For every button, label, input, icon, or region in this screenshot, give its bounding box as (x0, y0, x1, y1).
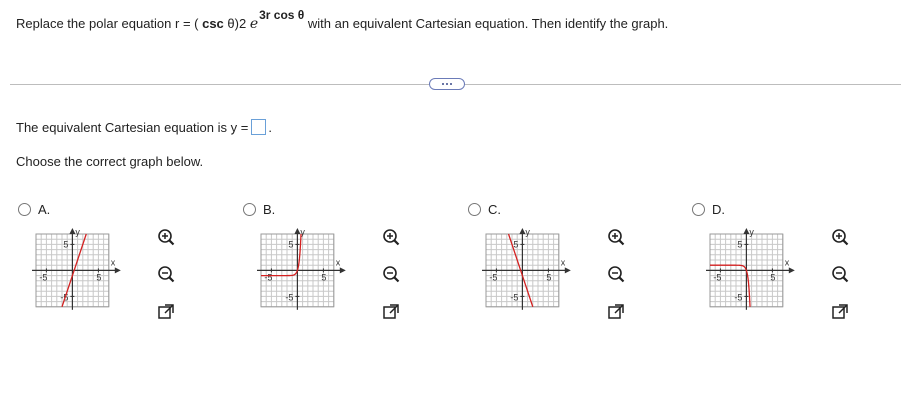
x-axis-arrow (339, 267, 346, 274)
open-new-window-icon[interactable] (382, 303, 400, 321)
y-axis-label: y (75, 227, 80, 237)
option-radio-row[interactable]: B. (243, 202, 275, 217)
open-new-window-icon[interactable] (157, 303, 175, 321)
zoom-in-icon[interactable] (382, 228, 400, 246)
answer-line: The equivalent Cartesian equation is y =… (16, 119, 272, 135)
x-min-label: -5 (264, 272, 272, 282)
csc-text: csc (202, 16, 224, 31)
answer-input[interactable] (251, 119, 267, 135)
x-min-label: -5 (489, 272, 497, 282)
graph: yx5-5-5 5 (257, 227, 346, 310)
zoom-in-icon[interactable] (607, 228, 625, 246)
open-new-window-icon[interactable] (607, 303, 625, 321)
zoom-out-icon[interactable] (382, 265, 400, 283)
y-max-label: 5 (737, 239, 742, 249)
x-max-label: 5 (546, 272, 551, 282)
open-new-window-icon[interactable] (831, 303, 849, 321)
y-min-label: -5 (734, 292, 742, 302)
y-axis-label: y (749, 227, 754, 237)
option-b: B. y x 5 -5 -5 5 (243, 202, 453, 332)
more-button[interactable] (429, 78, 465, 90)
option-letter: B. (263, 202, 276, 217)
radio-button[interactable] (468, 203, 481, 216)
theta-text: θ)2 (223, 16, 250, 31)
y-axis-label: y (525, 227, 530, 237)
x-max-label: 5 (321, 272, 326, 282)
x-axis-label: x (561, 257, 566, 267)
radio-button[interactable] (692, 203, 705, 216)
option-radio-row[interactable]: D. (692, 202, 725, 217)
question-prefix: Replace the polar equation r = ( (16, 16, 203, 31)
option-c: C. y x 5 -5 -5 5 (468, 202, 678, 332)
choose-prompt: Choose the correct graph below. (16, 154, 204, 169)
graph: yx5-5-5 5 (32, 227, 121, 310)
answer-period: . (268, 119, 272, 135)
y-max-label: 5 (63, 239, 68, 249)
e-symbol: e (249, 16, 259, 32)
x-axis-arrow (788, 267, 795, 274)
option-radio-row[interactable]: C. (468, 202, 501, 217)
exponent: 3r cos θ (259, 8, 305, 22)
question-suffix: with an equivalent Cartesian equation. T… (304, 16, 669, 31)
answer-label: The equivalent Cartesian equation is y = (16, 119, 249, 135)
zoom-out-icon[interactable] (607, 265, 625, 283)
x-max-label: 5 (96, 272, 101, 282)
radio-button[interactable] (243, 203, 256, 216)
y-min-label: -5 (510, 292, 518, 302)
zoom-in-icon[interactable] (831, 228, 849, 246)
option-a: A. y x 5 -5 -5 5 (18, 202, 228, 332)
option-radio-row[interactable]: A. (18, 202, 50, 217)
x-axis-label: x (111, 257, 116, 267)
zoom-in-icon[interactable] (157, 228, 175, 246)
question-text: Replace the polar equation r = ( csc θ)2… (16, 8, 669, 32)
x-axis-arrow (564, 267, 571, 274)
option-letter: A. (38, 202, 51, 217)
y-max-label: 5 (513, 239, 518, 249)
x-max-label: 5 (770, 272, 775, 282)
x-axis-label: x (785, 257, 790, 267)
x-axis-label: x (336, 257, 341, 267)
option-letter: C. (488, 202, 501, 217)
graph: yx5-5-5 5 (482, 227, 571, 310)
option-letter: D. (712, 202, 725, 217)
x-min-label: -5 (39, 272, 47, 282)
zoom-out-icon[interactable] (831, 265, 849, 283)
option-d: D. y x 5 -5 -5 5 (692, 202, 901, 332)
zoom-out-icon[interactable] (157, 265, 175, 283)
x-min-label: -5 (713, 272, 721, 282)
y-max-label: 5 (288, 239, 293, 249)
y-min-label: -5 (285, 292, 293, 302)
graph: yx5-5-5 5 (706, 227, 795, 310)
x-axis-arrow (114, 267, 121, 274)
radio-button[interactable] (18, 203, 31, 216)
